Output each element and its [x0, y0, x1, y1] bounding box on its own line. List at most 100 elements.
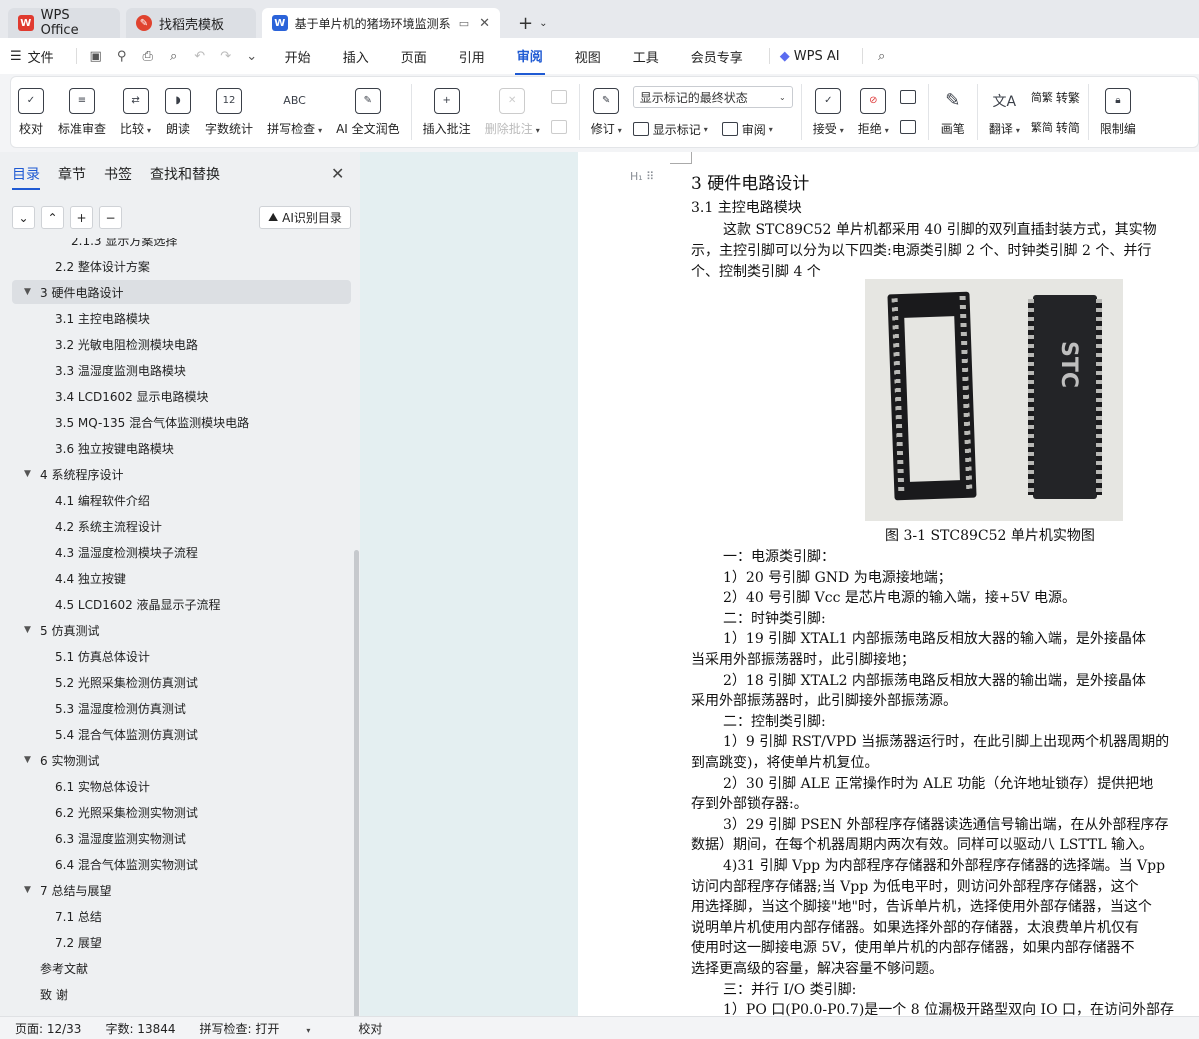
read-aloud-button[interactable]: ◗ 朗读 [158, 81, 198, 143]
menu-tab-tools[interactable]: 工具 [631, 39, 661, 74]
toc-item[interactable]: 2.1.3 显示方案选择 [12, 238, 351, 252]
toc-item[interactable]: ▼ 5 仿真测试 [12, 618, 351, 642]
toc-item[interactable]: ▼ 4 系统程序设计 [12, 462, 351, 486]
tab-toc[interactable]: 目录 [12, 164, 40, 190]
toc-item[interactable]: 2.2 整体设计方案 [12, 254, 351, 278]
menu-tab-review[interactable]: 审阅 [514, 38, 545, 75]
toc-item[interactable]: 4.4 独立按键 [12, 566, 351, 590]
toc-item[interactable]: 6.2 光照采集检测实物测试 [12, 800, 351, 824]
toc-item[interactable]: 致 谢 [12, 982, 351, 1006]
save-icon[interactable]: ▣ [87, 47, 105, 65]
spell-check-status[interactable]: 拼写检查: 打开 ▾ [200, 1020, 335, 1037]
toc-item[interactable]: 5.2 光照采集检测仿真测试 [12, 670, 351, 694]
pen-button[interactable]: ✎ 画笔 [933, 81, 973, 143]
menu-tab-insert[interactable]: 插入 [341, 39, 371, 74]
ai-polish-button[interactable]: ✎ AI 全文润色 [329, 81, 407, 143]
toc-item[interactable]: ▼ 6 实物测试 [12, 748, 351, 772]
show-markup-button[interactable]: 显示标记 ▾ [632, 120, 708, 138]
wps-ai-button[interactable]: ◆ WPS AI [780, 49, 840, 64]
markup-state-select[interactable]: 显示标记的最终状态 ⌄ [632, 86, 793, 108]
toc-item[interactable]: ▼ 7 总结与展望 [12, 878, 351, 902]
toc-item[interactable]: 4.1 编程软件介绍 [12, 488, 351, 512]
toc-item[interactable]: 3.3 温湿度监测电路模块 [12, 358, 351, 382]
toc-item[interactable]: 3.4 LCD1602 显示电路模块 [12, 384, 351, 408]
page-indicator[interactable]: 页面: 12/33 [15, 1020, 81, 1037]
redo-icon[interactable]: ↷ [217, 47, 235, 65]
toc-item[interactable]: 4.2 系统主流程设计 [12, 514, 351, 538]
menu-tab-view[interactable]: 视图 [573, 39, 603, 74]
share-icon[interactable]: ⚲ [113, 47, 131, 65]
toc-item[interactable]: 3.1 主控电路模块 [12, 306, 351, 330]
menu-tab-member[interactable]: 会员专享 [689, 39, 745, 74]
next-comment-button[interactable] [550, 118, 571, 136]
more-chevron-icon[interactable]: ⌄ [243, 47, 261, 65]
accept-button[interactable]: ✓ 接受 ▾ [806, 81, 851, 143]
collapse-all-button[interactable]: ⌄ [12, 206, 35, 229]
print-preview-icon[interactable]: ⌕ [165, 47, 183, 65]
word-count-indicator[interactable]: 字数: 13844 [105, 1020, 175, 1037]
toc-item[interactable]: 5.1 仿真总体设计 [12, 644, 351, 668]
ai-toc-button[interactable]: ⛰ AI识别目录 [259, 206, 351, 229]
expand-arrow-icon[interactable]: ▼ [24, 625, 31, 635]
print-icon[interactable]: ⎙ [139, 47, 157, 65]
toc-item[interactable]: 3.2 光敏电阻检测模块电路 [12, 332, 351, 356]
expand-arrow-icon[interactable]: ▼ [24, 287, 31, 297]
word-count-button[interactable]: 12 字数统计 [198, 81, 260, 143]
new-tab-button[interactable]: + ⌄ [512, 8, 547, 38]
track-changes-button[interactable]: ✎ 修订 ▾ [584, 81, 629, 143]
toc-item[interactable]: ▼ 3 硬件电路设计 [12, 280, 351, 304]
chevron-down-icon[interactable]: ⌄ [539, 18, 547, 29]
menu-tab-home[interactable]: 开始 [283, 39, 313, 74]
expand-arrow-icon[interactable]: ▼ [24, 469, 31, 479]
menu-tab-page[interactable]: 页面 [399, 39, 429, 74]
toc-item[interactable]: 6.4 混合气体监测实物测试 [12, 852, 351, 876]
toc-item[interactable]: 参考文献 [12, 956, 351, 980]
compare-button[interactable]: ⇄ 比较 ▾ [113, 81, 158, 143]
proofread-button[interactable]: ✓ 校对 [11, 81, 51, 143]
restrict-edit-button[interactable]: 🔒︎ 限制编 [1093, 81, 1143, 143]
remove-heading-button[interactable]: − [99, 206, 122, 229]
tab-docer[interactable]: ✎ 找稻壳模板 [126, 8, 256, 38]
delete-comment-button[interactable]: ✕ 删除批注 ▾ [478, 81, 547, 143]
toc-item[interactable]: 5.4 混合气体监测仿真测试 [12, 722, 351, 746]
toc-item[interactable]: 4.5 LCD1602 液晶显示子流程 [12, 592, 351, 616]
tab-wps-office[interactable]: W WPS Office [8, 8, 120, 38]
search-icon[interactable]: ⌕ [873, 47, 891, 65]
toc-item[interactable]: 6.1 实物总体设计 [12, 774, 351, 798]
tab-document[interactable]: W 基于单片机的猪场环境监测系 ▭ ✕ [262, 8, 500, 38]
menu-tab-references[interactable]: 引用 [457, 39, 487, 74]
review-pane-button[interactable]: 审阅 ▾ [721, 120, 773, 138]
heading-drag-handle[interactable]: H₁ ⠿ [630, 170, 654, 183]
expand-arrow-icon[interactable]: ▼ [24, 885, 31, 895]
add-heading-button[interactable]: + [70, 206, 93, 229]
toc-item[interactable]: 5.3 温湿度检测仿真测试 [12, 696, 351, 720]
close-tab-icon[interactable]: ✕ [479, 16, 490, 31]
toc-item[interactable]: 4.3 温湿度检测模块子流程 [12, 540, 351, 564]
translate-button[interactable]: 文A 翻译 ▾ [982, 81, 1027, 143]
expand-arrow-icon[interactable]: ▼ [24, 755, 31, 765]
next-change-button[interactable] [899, 118, 920, 136]
toc-item[interactable]: 3.6 独立按键电路模块 [12, 436, 351, 460]
tab-bookmarks[interactable]: 书签 [104, 164, 132, 190]
to-simplified-button[interactable]: 繁简 转简 [1031, 118, 1080, 136]
expand-up-button[interactable]: ⌃ [41, 206, 64, 229]
undo-icon[interactable]: ↶ [191, 47, 209, 65]
proofread-status[interactable]: 校对 [358, 1020, 382, 1037]
toc-item[interactable]: 3.5 MQ-135 混合气体监测模块电路 [12, 410, 351, 434]
file-menu[interactable]: ☰ 文件 [10, 47, 54, 66]
pane-scrollbar[interactable] [354, 550, 359, 1020]
toc-item[interactable]: 7.1 总结 [12, 904, 351, 928]
reject-button[interactable]: ⊘ 拒绝 ▾ [851, 81, 896, 143]
monitor-icon[interactable]: ▭ [459, 17, 469, 30]
insert-comment-button[interactable]: + 插入批注 [416, 81, 478, 143]
toc-item[interactable]: 7.2 展望 [12, 930, 351, 954]
spell-check-button[interactable]: ABC 拼写检查 ▾ [260, 81, 329, 143]
tab-find-replace[interactable]: 查找和替换 [150, 164, 220, 190]
to-traditional-button[interactable]: 简繁 转繁 [1031, 88, 1080, 106]
toc-item[interactable]: 6.3 温湿度监测实物测试 [12, 826, 351, 850]
tab-sections[interactable]: 章节 [58, 164, 86, 190]
previous-comment-button[interactable] [550, 88, 571, 106]
previous-change-button[interactable] [899, 88, 920, 106]
std-review-button[interactable]: ≡ 标准审查 [51, 81, 113, 143]
close-pane-icon[interactable]: ✕ [331, 164, 344, 183]
